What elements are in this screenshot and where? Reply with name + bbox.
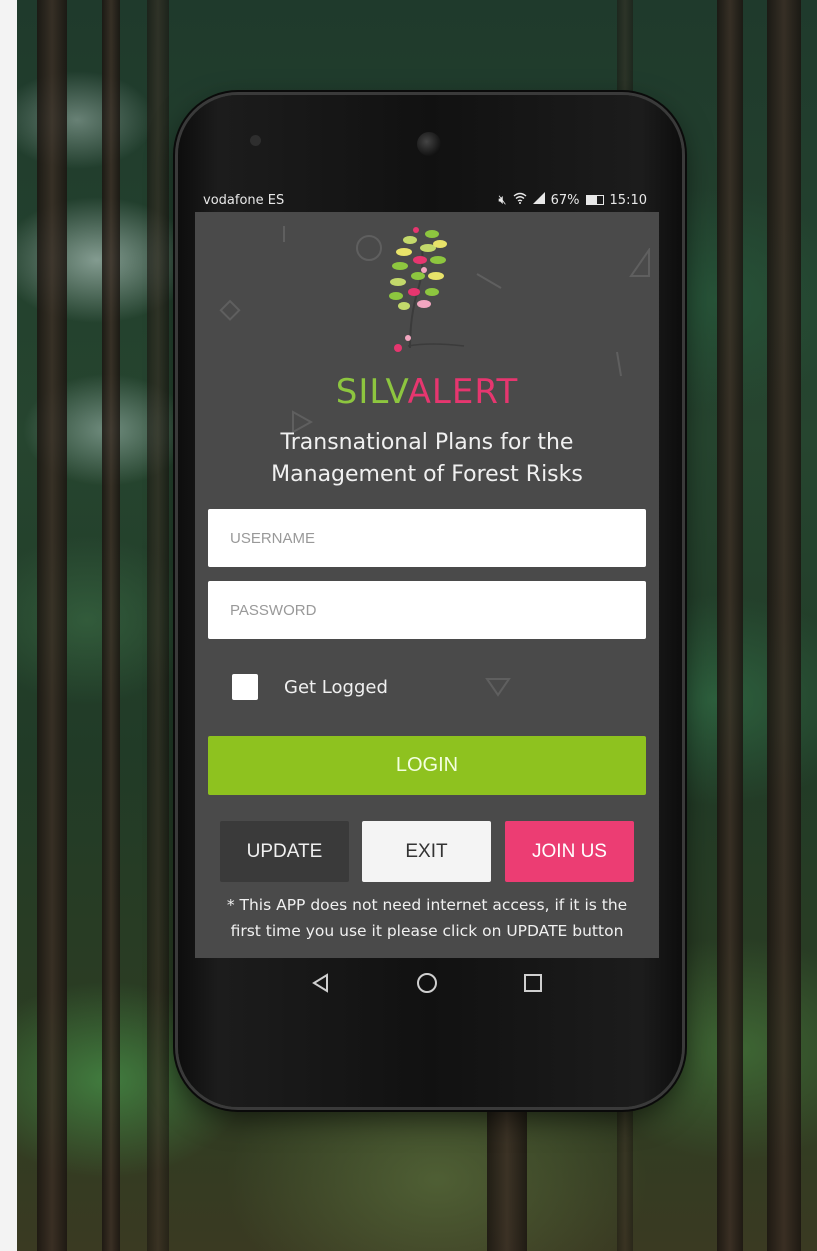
battery-icon <box>585 195 604 205</box>
proximity-sensor <box>250 135 261 146</box>
app-subtitle: Transnational Plans for the Management o… <box>195 427 659 491</box>
clock-time: 15:10 <box>609 192 647 208</box>
wifi-icon <box>513 192 527 208</box>
update-notice: * This APP does not need internet access… <box>195 892 659 944</box>
brand-name-pink: ALERT <box>407 372 519 412</box>
brand-name-green: SILV <box>335 372 408 412</box>
status-bar: vodafone ES 🔇︎ 67% 15:10 <box>199 187 659 213</box>
back-icon[interactable] <box>308 970 334 996</box>
subtitle-line-1: Transnational Plans for the <box>280 430 574 455</box>
get-logged-label: Get Logged <box>284 676 388 698</box>
app-screen: SILVALERT Transnational Plans for the Ma… <box>195 212 659 958</box>
username-input[interactable] <box>208 509 646 567</box>
line-decoration <box>476 273 502 289</box>
triangle-down-decoration <box>485 677 511 702</box>
line-decoration <box>283 226 285 242</box>
triangle-decoration <box>627 246 653 283</box>
tree-logo-icon <box>389 227 465 352</box>
battery-percent: 67% <box>550 192 580 208</box>
update-button[interactable]: UPDATE <box>220 821 349 882</box>
home-icon[interactable] <box>414 970 440 996</box>
subtitle-line-2: Management of Forest Risks <box>271 462 583 487</box>
mute-icon: 🔇︎ <box>498 192 507 208</box>
password-input[interactable] <box>208 581 646 639</box>
notice-line-2: first time you use it please click on UP… <box>230 922 624 940</box>
notice-line-1: * This APP does not need internet access… <box>226 896 628 914</box>
recents-icon[interactable] <box>520 970 546 996</box>
exit-button[interactable]: EXIT <box>362 821 491 882</box>
circle-decoration <box>355 234 383 267</box>
login-button[interactable]: LOGIN <box>208 736 646 795</box>
diamond-decoration <box>217 298 243 329</box>
app-brand-title: SILVALERT <box>195 372 659 412</box>
signal-icon <box>532 192 545 208</box>
remember-row: Get Logged <box>232 674 388 700</box>
get-logged-checkbox[interactable] <box>232 674 258 700</box>
join-us-button[interactable]: JOIN US <box>505 821 634 882</box>
android-nav-bar <box>195 958 659 1008</box>
front-camera <box>417 132 441 156</box>
carrier-label: vodafone ES <box>203 192 285 208</box>
